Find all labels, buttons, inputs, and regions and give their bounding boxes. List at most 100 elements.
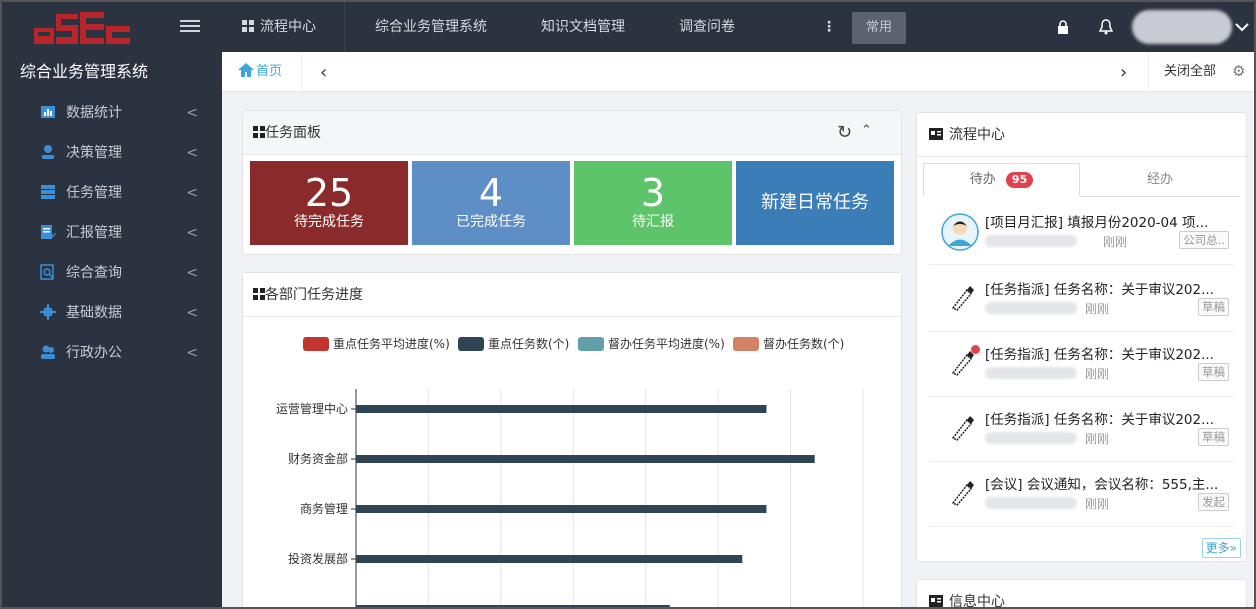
topnav-flow-center[interactable]: 流程中心 — [242, 2, 316, 52]
message-time: 刚刚 — [1085, 367, 1110, 381]
refresh-icon[interactable]: ↻ — [837, 111, 852, 155]
legend-swatch — [578, 336, 604, 351]
topnav-survey[interactable]: 调查问卷 — [679, 2, 735, 52]
sidebar-item-admin-office[interactable]: 行政办公 < — [2, 332, 222, 372]
legend-swatch — [733, 336, 759, 351]
legend-label: 重点任务平均进度(%) — [333, 337, 450, 351]
user-avatar[interactable] — [1132, 10, 1232, 44]
menu-toggle-icon[interactable] — [180, 20, 200, 34]
chart-legend-item[interactable]: 督办任务数(个) — [733, 335, 844, 352]
company-logo — [34, 12, 130, 44]
topnav-knowledge-docs[interactable]: 知识文档管理 — [541, 2, 625, 52]
status-badge: 草稿 — [1198, 363, 1229, 381]
more-button[interactable]: 更多» — [1201, 538, 1241, 558]
message-title: [任务指派] 任务名称：关于审议202... — [985, 282, 1214, 298]
legend-label: 督办任务数(个) — [763, 337, 845, 351]
sidebar-item-decision[interactable]: 决策管理 < — [2, 132, 222, 172]
message-sender — [985, 302, 1077, 314]
sidebar-item-label: 汇报管理 — [66, 225, 122, 241]
lock-icon[interactable] — [1057, 20, 1069, 34]
message-title: [会议] 会议通知，会议名称：555,主... — [985, 477, 1219, 493]
tile-completed-tasks[interactable]: 4 已完成任务 — [412, 161, 570, 245]
message-title: [任务指派] 任务名称：关于审议202... — [985, 412, 1214, 428]
tab-label: 首页 — [256, 64, 283, 79]
sidebar-item-label: 综合查询 — [66, 265, 122, 281]
tile-label: 待完成任务 — [294, 214, 364, 230]
message-sender — [985, 235, 1077, 247]
chart-legend-item[interactable]: 重点任务平均进度(%) — [303, 335, 450, 352]
message-time: 刚刚 — [1085, 497, 1110, 511]
tile-new-daily-task[interactable]: 新建日常任务 — [736, 161, 894, 245]
message-sender — [985, 497, 1077, 509]
pen-icon — [951, 481, 974, 506]
sidebar-item-base-data[interactable]: 基础数据 < — [2, 292, 222, 332]
tile-pending-tasks[interactable]: 25 待完成任务 — [250, 161, 408, 245]
y-tick-label: 投资发展部 — [288, 551, 348, 566]
legend-swatch — [303, 336, 329, 351]
list-item[interactable]: [会议] 会议通知，会议名称：555,主... 刚刚 发起 — [929, 463, 1235, 527]
collapse-icon[interactable]: ⌃ — [861, 109, 872, 153]
pen-icon — [951, 416, 974, 441]
tile-number: 25 — [304, 171, 354, 215]
tabs-scroll-right-icon[interactable]: › — [1120, 62, 1127, 83]
list-item[interactable]: [项目月汇报] 填报月份2020-04 项... 刚刚 公司总.. — [929, 201, 1235, 265]
tab-label: 待办 — [969, 172, 996, 187]
tab-home[interactable]: 首页 — [222, 52, 302, 92]
person-avatar-icon — [941, 213, 979, 251]
chevron-left-icon: < — [186, 305, 198, 321]
y-tick-label: 财务资金部 — [288, 451, 348, 466]
topnav-business-system[interactable]: 综合业务管理系统 — [375, 2, 487, 52]
chevron-left-icon: < — [186, 225, 198, 241]
task-panel: 任务面板 ↻ ⌃ 25 待完成任务 4 已完成任务 3 待汇报 新建日常任务 — [242, 110, 902, 255]
sidebar-item-report[interactable]: 汇报管理 < — [2, 212, 222, 252]
chevron-left-icon: < — [186, 345, 198, 361]
close-all-button[interactable]: 关闭全部 — [1164, 52, 1216, 92]
topnav-label: 流程中心 — [260, 19, 316, 35]
logo-area — [2, 2, 222, 52]
list-item[interactable]: [任务指派] 任务名称：关于审议202... 刚刚 草稿 — [929, 333, 1235, 397]
progress-panel-title: 各部门任务进度 — [265, 287, 363, 303]
grid-icon — [253, 288, 265, 300]
chevron-left-icon: < — [186, 105, 198, 121]
settings-gear-icon[interactable]: ⚙ — [1232, 62, 1245, 80]
message-sender — [985, 367, 1077, 379]
flow-center-panel: 流程中心 待办 95 经办 [项目月汇报] 填报月份2020-04 项... 刚… — [916, 112, 1247, 562]
info-center-panel: 信息中心 — [916, 579, 1247, 607]
info-panel-header: 信息中心 — [917, 580, 1246, 607]
tile-pending-report[interactable]: 3 待汇报 — [574, 161, 732, 245]
sidebar-item-query[interactable]: 综合查询 < — [2, 252, 222, 292]
report-edit-icon — [40, 224, 56, 240]
y-tick-label: 运营管理中心 — [276, 401, 348, 416]
tile-label: 待汇报 — [632, 214, 674, 230]
status-badge: 发起 — [1198, 493, 1229, 511]
tabs-bar: 首页 ‹ › 关闭全部 ⚙ — [222, 52, 1254, 92]
sidebar-item-data-statistics[interactable]: 数据统计 < — [2, 92, 222, 132]
bell-icon[interactable] — [1099, 19, 1113, 35]
message-title: [任务指派] 任务名称：关于审议202... — [985, 347, 1214, 363]
more-vertical-icon[interactable]: ⋮ — [822, 2, 836, 52]
tab-done[interactable]: 经办 — [1080, 163, 1240, 197]
divider — [1148, 52, 1149, 92]
tabs-scroll-left-icon[interactable]: ‹ — [320, 62, 327, 83]
grid-icon — [253, 126, 265, 138]
chart-legend-item[interactable]: 重点任务数(个) — [458, 335, 569, 352]
tab-todo[interactable]: 待办 95 — [923, 163, 1080, 197]
list-item[interactable]: [任务指派] 任务名称：关于审议202... 刚刚 草稿 — [929, 398, 1235, 462]
message-title: [项目月汇报] 填报月份2020-04 项... — [985, 215, 1209, 231]
sidebar-item-label: 数据统计 — [66, 105, 122, 121]
sidebar-item-task[interactable]: 任务管理 < — [2, 172, 222, 212]
y-tick-label: 商务管理 — [300, 501, 348, 516]
list-item[interactable]: [任务指派] 任务名称：关于审议202... 刚刚 草稿 — [929, 268, 1235, 332]
sidebar-item-label: 基础数据 — [66, 305, 122, 321]
progress-panel-header: 各部门任务进度 — [243, 273, 901, 317]
message-time: 刚刚 — [1085, 432, 1110, 446]
common-button[interactable]: 常用 — [852, 12, 906, 44]
task-panel-header: 任务面板 ↻ ⌃ — [243, 111, 901, 155]
chart-legend-item[interactable]: 督办任务平均进度(%) — [578, 335, 725, 352]
bar — [356, 555, 743, 563]
chevron-down-icon[interactable] — [1235, 22, 1249, 32]
tile-number: 4 — [478, 171, 504, 215]
todo-count-badge: 95 — [1005, 172, 1034, 188]
bar — [356, 455, 815, 463]
status-badge: 草稿 — [1198, 428, 1229, 446]
